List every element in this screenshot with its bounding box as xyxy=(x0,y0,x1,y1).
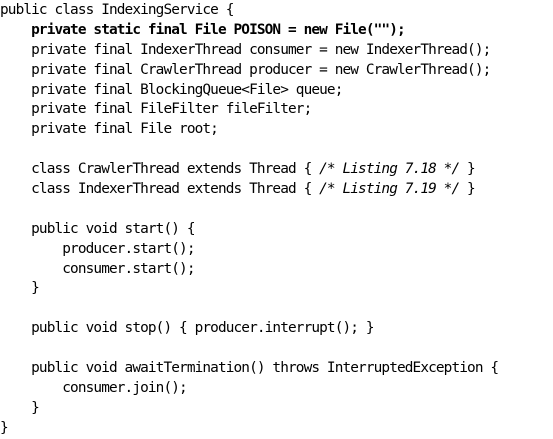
code-text: class CrawlerThread extends Thread { xyxy=(0,161,320,178)
code-line: } xyxy=(0,280,40,297)
code-line-crawler-class: class CrawlerThread extends Thread { /* … xyxy=(0,160,553,180)
code-line-poison-declaration: private static final File POISON = new F… xyxy=(0,21,406,38)
code-listing: public class IndexingService { private s… xyxy=(0,0,553,439)
code-line: consumer.join(); xyxy=(0,379,187,396)
code-line: public void start() { xyxy=(0,220,195,237)
code-line: public void awaitTermination() throws In… xyxy=(0,360,499,377)
code-line: public void stop() { producer.interrupt(… xyxy=(0,320,374,337)
code-line: private final IndexerThread consumer = n… xyxy=(0,41,491,58)
code-line-indexer-class: class IndexerThread extends Thread { /* … xyxy=(0,180,553,200)
code-line: } xyxy=(0,399,40,416)
code-comment: /* Listing 7.18 */ xyxy=(319,161,460,178)
code-text: } xyxy=(459,161,476,178)
code-line: private final FileFilter fileFilter; xyxy=(0,101,312,118)
code-text: } xyxy=(459,181,476,198)
code-comment: /* Listing 7.19 */ xyxy=(319,181,460,198)
code-line: } xyxy=(0,419,9,436)
code-line: private final CrawlerThread producer = n… xyxy=(0,61,491,78)
code-line: consumer.start(); xyxy=(0,260,195,277)
code-line: private final BlockingQueue<File> queue; xyxy=(0,81,343,98)
code-text: class IndexerThread extends Thread { xyxy=(0,181,320,198)
code-line: public class IndexingService { xyxy=(0,2,234,18)
code-line: producer.start(); xyxy=(0,240,195,257)
code-line: private final File root; xyxy=(0,121,219,138)
